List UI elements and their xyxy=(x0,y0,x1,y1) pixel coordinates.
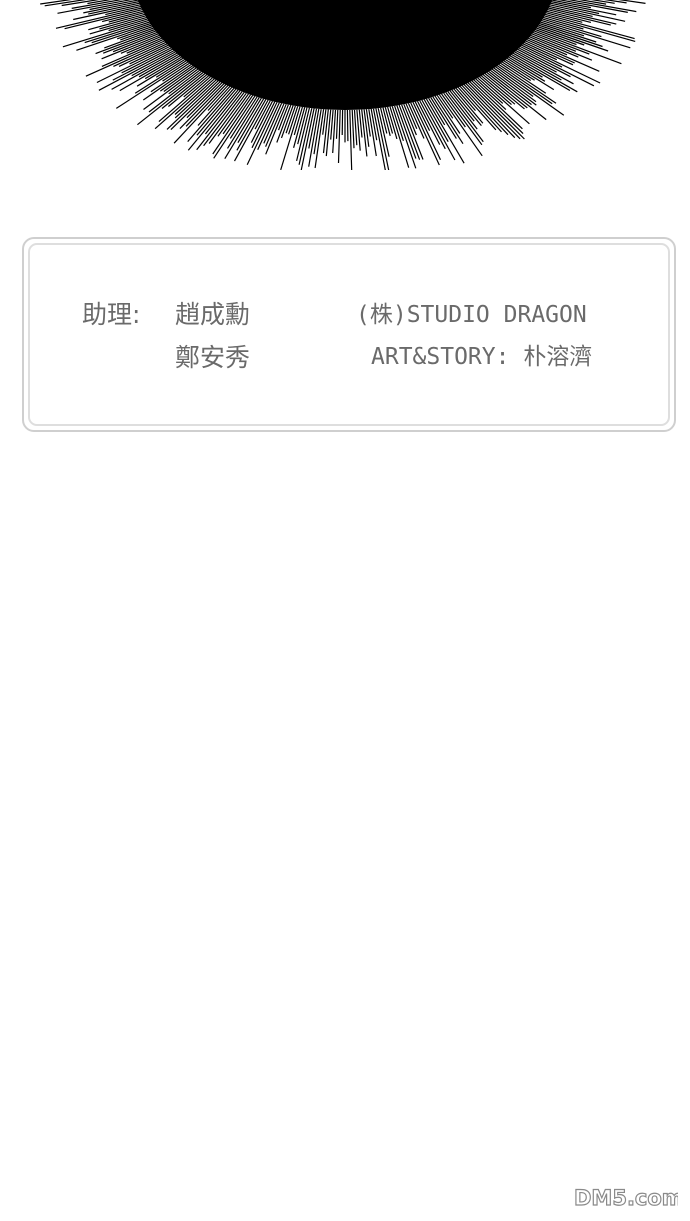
credits-box xyxy=(22,237,676,432)
svg-text:DM5.com: DM5.com xyxy=(574,1186,678,1210)
watermark-logo: DM5.com xyxy=(573,1185,678,1210)
burst-line xyxy=(335,109,339,139)
burst-line xyxy=(349,109,353,170)
burst-line xyxy=(463,84,516,139)
studio-credit: (株)STUDIO DRAGON xyxy=(356,302,587,328)
burst-line xyxy=(298,108,313,165)
burst-line xyxy=(330,109,334,140)
burst-line xyxy=(353,109,358,146)
burst-line xyxy=(372,108,386,170)
credits-box-inner-border xyxy=(28,243,670,426)
burst-line xyxy=(351,109,355,149)
assistant-name-2: 鄭安秀 xyxy=(175,343,251,372)
burst-line xyxy=(361,109,368,157)
burst-line xyxy=(346,109,349,142)
burst-line xyxy=(296,107,310,162)
burst-line xyxy=(265,103,287,155)
burst-line xyxy=(375,108,390,170)
burst-line xyxy=(337,109,341,164)
speed-burst-graphic xyxy=(40,0,646,170)
assistant-name-1: 趙成勳 xyxy=(175,300,251,329)
assistant-label: 助理: xyxy=(82,300,141,329)
art-story-credit: ART&STORY: 朴溶濟 xyxy=(371,344,593,370)
burst-line xyxy=(398,104,421,160)
